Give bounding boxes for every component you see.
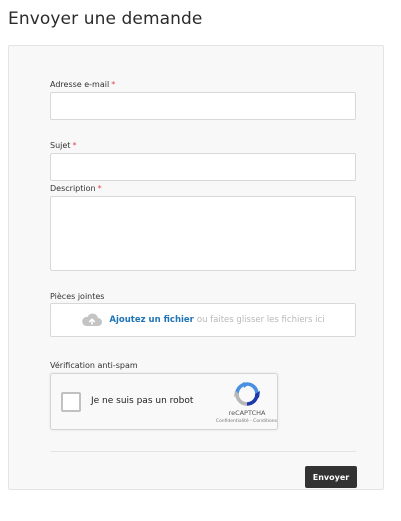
cloud-upload-icon — [82, 313, 103, 326]
recaptcha-logo-icon — [234, 382, 260, 406]
submit-button[interactable]: Envoyer — [305, 466, 357, 488]
subject-field[interactable] — [50, 153, 356, 181]
attachments-label: Pièces jointes — [50, 292, 105, 301]
not-robot-checkbox[interactable] — [61, 392, 81, 412]
required-mark: * — [111, 80, 116, 89]
recaptcha-brand: reCAPTCHA — [228, 409, 266, 417]
not-robot-label: Je ne suis pas un robot — [91, 396, 194, 406]
description-label: Description * — [50, 184, 102, 193]
request-form: Adresse e-mail * Sujet * Description * Pièc… — [8, 45, 384, 490]
required-mark: * — [72, 141, 77, 150]
required-mark: * — [97, 184, 102, 193]
email-label: Adresse e-mail * — [50, 80, 115, 89]
recaptcha-legal-links[interactable]: Confidentialité - Conditions — [189, 419, 277, 424]
description-label-text: Description — [50, 184, 96, 193]
description-field[interactable] — [50, 196, 356, 271]
attachments-dropzone[interactable]: Ajoutez un fichier ou faites glisser les… — [50, 303, 356, 337]
spam-check-label: Vérification anti-spam — [50, 361, 138, 370]
drag-files-hint: ou faites glisser les fichiers ici — [196, 315, 325, 325]
form-divider — [50, 451, 356, 452]
email-field[interactable] — [50, 92, 356, 120]
page-title: Envoyer une demande — [8, 9, 203, 29]
subject-label-text: Sujet — [50, 141, 71, 150]
email-label-text: Adresse e-mail — [50, 80, 110, 89]
subject-label: Sujet * — [50, 141, 76, 150]
add-file-link[interactable]: Ajoutez un fichier — [109, 315, 193, 325]
recaptcha-widget: Je ne suis pas un robot reCAPTCHA Confid… — [50, 373, 278, 430]
